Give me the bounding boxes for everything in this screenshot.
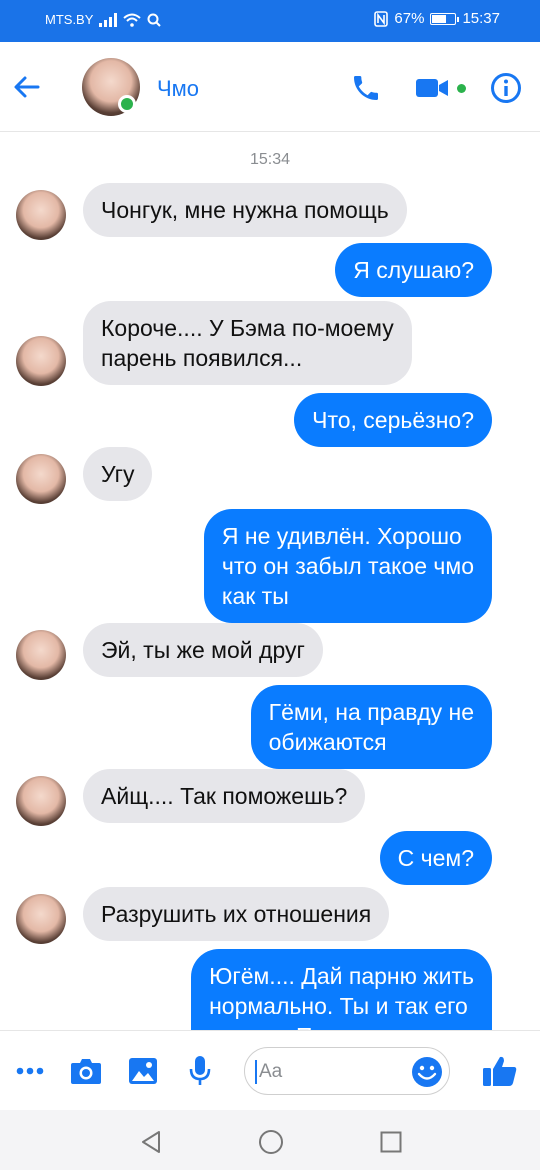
sender-avatar[interactable] bbox=[16, 336, 66, 386]
carrier-label: MTS.BY bbox=[45, 12, 94, 27]
video-camera-icon[interactable] bbox=[416, 76, 450, 100]
arrow-left-icon[interactable] bbox=[12, 72, 42, 102]
image-icon[interactable] bbox=[128, 1057, 158, 1085]
incoming-message[interactable]: Эй, ты же мой друг bbox=[83, 623, 323, 677]
outgoing-message[interactable]: Гёми, на правду не обижаются bbox=[250, 685, 492, 769]
message-timestamp: 15:34 bbox=[249, 151, 291, 168]
wifi-icon bbox=[123, 13, 142, 27]
system-nav-bar bbox=[0, 1110, 540, 1170]
camera-icon[interactable] bbox=[70, 1057, 102, 1085]
message-input-placeholder: Aa bbox=[259, 1061, 283, 1082]
outgoing-message[interactable]: Что, серьёзно? bbox=[294, 393, 492, 447]
outgoing-message[interactable]: Я слушаю? bbox=[335, 243, 492, 297]
nfc-icon bbox=[374, 10, 389, 27]
incoming-message[interactable]: Разрушить их отношения bbox=[83, 887, 390, 941]
battery-icon bbox=[430, 12, 460, 25]
incoming-message[interactable]: Угу bbox=[83, 447, 153, 501]
messenger-screen: MTS.BY 67% 15:37 Чмо 15:34 Чонгук, мне н… bbox=[0, 0, 540, 1170]
nav-back-icon[interactable] bbox=[140, 1130, 162, 1154]
online-indicator bbox=[118, 95, 136, 113]
thumbs-up-icon[interactable] bbox=[482, 1055, 518, 1087]
message-input[interactable]: Aa bbox=[244, 1047, 450, 1095]
message-list[interactable]: 15:34 Чонгук, мне нужна помощь Я слушаю? К… bbox=[0, 133, 540, 1030]
smiley-icon[interactable] bbox=[411, 1056, 443, 1088]
nav-recents-icon[interactable] bbox=[380, 1131, 402, 1153]
outgoing-message[interactable]: Югём.... Дай парню жить нормально. Ты и … bbox=[191, 949, 492, 1030]
sender-avatar[interactable] bbox=[16, 630, 66, 680]
clock: 15:37 bbox=[462, 10, 500, 27]
sender-avatar[interactable] bbox=[16, 190, 66, 240]
sender-avatar[interactable] bbox=[16, 454, 66, 504]
text-caret bbox=[255, 1060, 257, 1084]
signal-icon bbox=[99, 12, 118, 27]
composer-bar: Aa bbox=[0, 1030, 540, 1110]
outgoing-message[interactable]: С чем? bbox=[379, 831, 492, 885]
status-bar: MTS.BY 67% 15:37 bbox=[0, 0, 540, 42]
phone-icon[interactable] bbox=[350, 72, 382, 104]
nav-home-icon[interactable] bbox=[258, 1129, 284, 1155]
outgoing-message[interactable]: Я не удивлён. Хорошо что он забыл такое … bbox=[203, 509, 492, 623]
search-icon bbox=[147, 13, 162, 27]
microphone-icon[interactable] bbox=[188, 1055, 212, 1087]
incoming-message[interactable]: Короче.... У Бэма по-моему парень появил… bbox=[83, 301, 412, 385]
incoming-message[interactable]: Чонгук, мне нужна помощь bbox=[83, 183, 407, 237]
info-icon[interactable] bbox=[490, 72, 522, 104]
sender-avatar[interactable] bbox=[16, 776, 66, 826]
video-online-dot bbox=[457, 84, 466, 93]
contact-name[interactable]: Чмо bbox=[157, 76, 199, 102]
sender-avatar[interactable] bbox=[16, 894, 66, 944]
more-dots-icon[interactable] bbox=[16, 1067, 44, 1075]
incoming-message[interactable]: Айщ.... Так поможешь? bbox=[83, 769, 366, 823]
battery-percent: 67% bbox=[394, 10, 425, 27]
conversation-header: Чмо bbox=[0, 42, 540, 132]
